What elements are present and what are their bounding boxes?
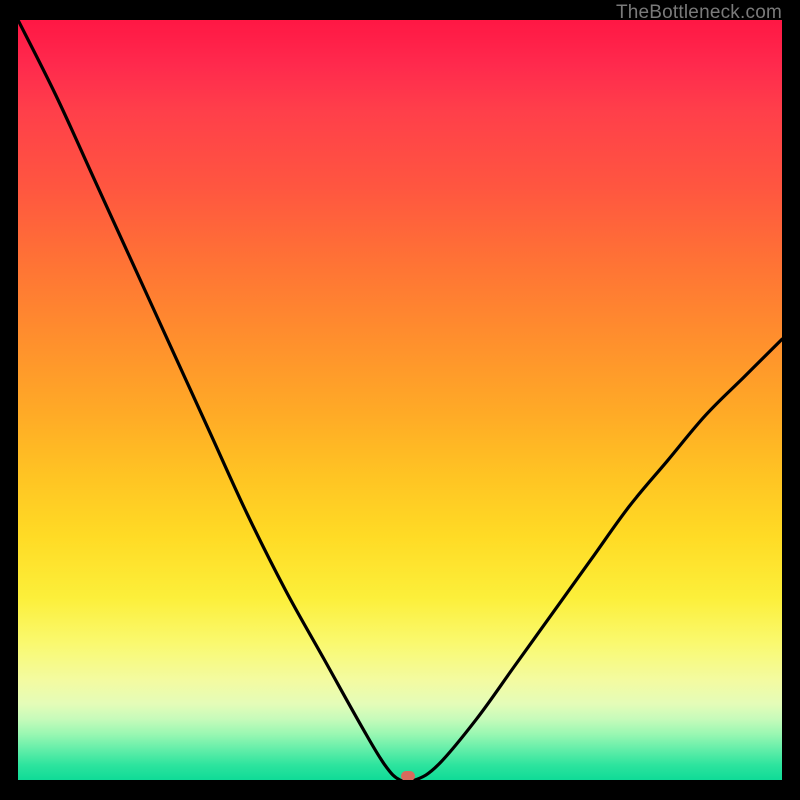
plot-area (18, 20, 782, 780)
bottleneck-curve (18, 20, 782, 780)
minimum-marker (401, 771, 415, 780)
chart-stage: TheBottleneck.com (0, 0, 800, 800)
